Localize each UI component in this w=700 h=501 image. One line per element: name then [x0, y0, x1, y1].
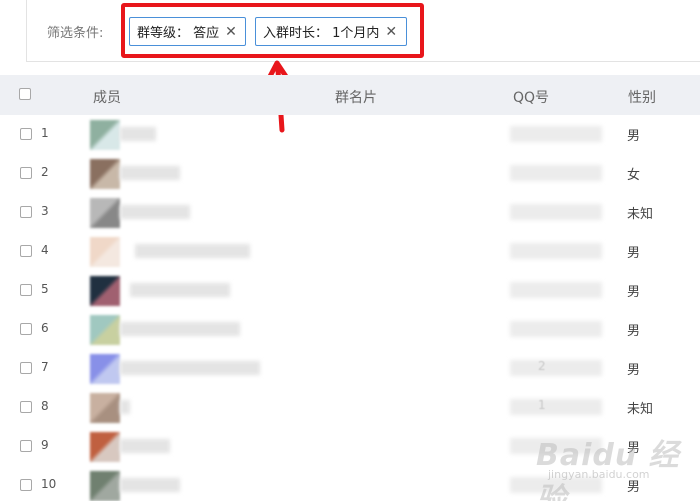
- qq-number-fragment: 2: [538, 359, 546, 373]
- select-all-checkbox[interactable]: [19, 88, 31, 100]
- row-index: 7: [41, 360, 49, 374]
- header-member[interactable]: 成员: [93, 87, 121, 107]
- avatar: [90, 237, 120, 267]
- member-name-redacted: [130, 283, 230, 297]
- row-index: 4: [41, 243, 49, 257]
- qq-number-redacted: [510, 360, 602, 376]
- row-index: 8: [41, 399, 49, 413]
- member-name-redacted: [120, 166, 180, 180]
- qq-number-redacted: [510, 204, 602, 220]
- row-checkbox[interactable]: [20, 479, 32, 491]
- row-checkbox[interactable]: [20, 245, 32, 257]
- row-checkbox[interactable]: [20, 440, 32, 452]
- filter-chip-group-level[interactable]: 群等级： 答应 ✕: [129, 17, 246, 46]
- avatar: [90, 198, 120, 228]
- filter-label: 筛选条件:: [47, 26, 104, 41]
- table-row[interactable]: 1男: [0, 115, 700, 154]
- avatar: [90, 393, 120, 423]
- table-row[interactable]: 5男: [0, 271, 700, 310]
- qq-number-redacted: [510, 399, 602, 415]
- row-gender: 男: [627, 246, 641, 261]
- row-gender: 未知: [627, 207, 654, 222]
- close-icon[interactable]: ✕: [385, 24, 397, 40]
- row-checkbox[interactable]: [20, 362, 32, 374]
- qq-number-fragment: 1: [538, 398, 546, 412]
- row-index: 2: [41, 165, 49, 179]
- row-index: 10: [41, 477, 57, 491]
- table-row[interactable]: 2女: [0, 154, 700, 193]
- filter-chip-label: 入群时长： 1个月内: [263, 26, 380, 41]
- member-name-redacted: [135, 244, 250, 258]
- row-index: 9: [41, 438, 49, 452]
- row-gender: 男: [627, 285, 641, 300]
- avatar: [90, 120, 120, 150]
- member-name-redacted: [120, 322, 240, 336]
- qq-number-redacted: [510, 165, 602, 181]
- qq-number-redacted: [510, 282, 602, 298]
- row-index: 3: [41, 204, 49, 218]
- watermark-url: jingyan.baidu.com: [548, 468, 650, 481]
- member-name-redacted: [120, 400, 130, 414]
- filter-chip-join-duration[interactable]: 入群时长： 1个月内 ✕: [255, 17, 407, 46]
- avatar: [90, 315, 120, 345]
- row-index: 5: [41, 282, 49, 296]
- row-checkbox[interactable]: [20, 167, 32, 179]
- row-checkbox[interactable]: [20, 323, 32, 335]
- avatar: [90, 159, 120, 189]
- filter-chip-label: 群等级： 答应: [137, 26, 220, 41]
- qq-number-redacted: [510, 243, 602, 259]
- row-checkbox[interactable]: [20, 128, 32, 140]
- row-checkbox[interactable]: [20, 206, 32, 218]
- row-checkbox[interactable]: [20, 401, 32, 413]
- table-header: 成员 群名片 QQ号 性别: [0, 75, 700, 115]
- header-qq[interactable]: QQ号: [513, 87, 549, 107]
- member-name-redacted: [120, 127, 156, 141]
- row-index: 6: [41, 321, 49, 335]
- row-gender: 男: [627, 363, 641, 378]
- close-icon[interactable]: ✕: [225, 24, 237, 40]
- row-gender: 未知: [627, 402, 654, 417]
- header-gender[interactable]: 性别: [628, 87, 656, 107]
- row-gender: 女: [627, 168, 641, 183]
- member-name-redacted: [120, 439, 170, 453]
- qq-number-redacted: [510, 126, 602, 142]
- avatar: [90, 471, 120, 501]
- table-row[interactable]: 4男: [0, 232, 700, 271]
- header-card[interactable]: 群名片: [335, 87, 377, 107]
- row-checkbox[interactable]: [20, 284, 32, 296]
- avatar: [90, 432, 120, 462]
- row-gender: 男: [627, 129, 641, 144]
- member-name-redacted: [120, 478, 180, 492]
- avatar: [90, 354, 120, 384]
- row-gender: 男: [627, 324, 641, 339]
- qq-number-redacted: [510, 321, 602, 337]
- watermark-logo: Baidu 经验: [536, 438, 680, 501]
- member-name-redacted: [120, 361, 260, 375]
- avatar: [90, 276, 120, 306]
- member-name-redacted: [120, 205, 190, 219]
- table-row[interactable]: 3 未知: [0, 193, 700, 232]
- filter-panel: 筛选条件: 群等级： 答应 ✕ 入群时长： 1个月内 ✕: [26, 0, 700, 62]
- table-row[interactable]: 8 1 未知: [0, 388, 700, 427]
- row-index: 1: [41, 126, 49, 140]
- table-row[interactable]: 6男: [0, 310, 700, 349]
- table-row[interactable]: 7 2 男: [0, 349, 700, 388]
